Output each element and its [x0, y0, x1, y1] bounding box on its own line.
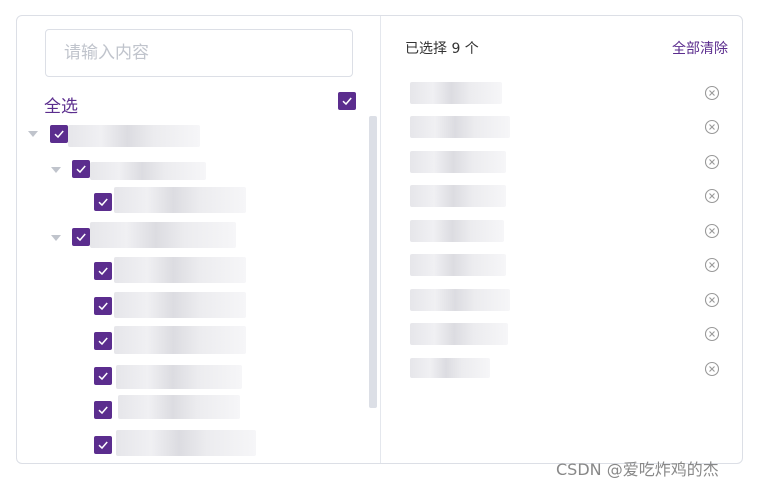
- remove-circle-icon[interactable]: [704, 154, 720, 170]
- tree-node-label-blurred: [90, 162, 206, 180]
- remove-circle-icon[interactable]: [704, 326, 720, 342]
- selected-item: [410, 289, 730, 311]
- selected-item: [410, 254, 730, 276]
- selected-item-label-blurred: [410, 289, 510, 311]
- selected-item: [410, 82, 730, 104]
- tree-node-label-blurred: [116, 365, 242, 389]
- select-all-checkbox[interactable]: [338, 92, 356, 110]
- tree-node-checkbox[interactable]: [94, 332, 112, 350]
- tree-node-label-blurred: [114, 326, 246, 354]
- remove-circle-icon[interactable]: [704, 119, 720, 135]
- check-icon: [98, 302, 108, 311]
- selected-item: [410, 323, 730, 345]
- check-icon: [98, 406, 108, 415]
- remove-circle-icon[interactable]: [704, 85, 720, 101]
- check-icon: [98, 441, 108, 450]
- selected-item-label-blurred: [410, 82, 502, 104]
- tree-node-label-blurred: [114, 257, 246, 283]
- tree-node-label-blurred: [90, 222, 236, 248]
- check-icon: [76, 165, 86, 174]
- selected-item-label-blurred: [410, 254, 506, 276]
- check-icon: [98, 372, 108, 381]
- check-icon: [342, 97, 352, 106]
- tree-node-label-blurred: [68, 125, 200, 147]
- expand-arrow-icon[interactable]: [51, 235, 61, 241]
- tree-node-checkbox[interactable]: [72, 160, 90, 178]
- remove-circle-icon[interactable]: [704, 361, 720, 377]
- search-input[interactable]: [45, 29, 353, 77]
- remove-circle-icon[interactable]: [704, 257, 720, 273]
- selected-item: [410, 116, 730, 138]
- selected-item: [410, 185, 730, 207]
- tree-node-label-blurred: [114, 292, 246, 318]
- check-icon: [98, 198, 108, 207]
- expand-arrow-icon[interactable]: [51, 167, 61, 173]
- selected-item: [410, 220, 730, 242]
- selected-item: [410, 358, 730, 380]
- tree-node-checkbox[interactable]: [72, 228, 90, 246]
- selected-item-label-blurred: [410, 220, 504, 242]
- panel-divider: [380, 16, 381, 463]
- check-icon: [54, 130, 64, 139]
- tree-node-checkbox[interactable]: [50, 125, 68, 143]
- check-icon: [98, 337, 108, 346]
- select-all-label[interactable]: 全选: [44, 92, 78, 117]
- selected-item-label-blurred: [410, 116, 510, 138]
- selected-count: 已选择 9 个: [405, 41, 479, 57]
- tree-node-checkbox[interactable]: [94, 401, 112, 419]
- tree-node-checkbox[interactable]: [94, 297, 112, 315]
- tree-node-label-blurred: [114, 187, 246, 213]
- selected-item: [410, 151, 730, 173]
- tree-scrollbar[interactable]: [369, 116, 377, 408]
- remove-circle-icon[interactable]: [704, 188, 720, 204]
- clear-all-button[interactable]: 全部清除: [672, 38, 728, 58]
- selected-item-label-blurred: [410, 185, 506, 207]
- check-icon: [76, 233, 86, 242]
- tree-node-checkbox[interactable]: [94, 193, 112, 211]
- tree-node-checkbox[interactable]: [94, 367, 112, 385]
- tree-node-checkbox[interactable]: [94, 262, 112, 280]
- remove-circle-icon[interactable]: [704, 223, 720, 239]
- expand-arrow-icon[interactable]: [28, 131, 38, 137]
- selected-item-label-blurred: [410, 151, 506, 173]
- check-icon: [98, 267, 108, 276]
- watermark: CSDN @爱吃炸鸡的杰: [556, 460, 719, 479]
- tree-node-label-blurred: [118, 395, 240, 419]
- transfer-panel: 全选: [16, 15, 743, 464]
- remove-circle-icon[interactable]: [704, 292, 720, 308]
- tree-node-label-blurred: [116, 430, 256, 456]
- selected-item-label-blurred: [410, 358, 490, 378]
- selected-item-label-blurred: [410, 323, 508, 345]
- tree-node-checkbox[interactable]: [94, 436, 112, 454]
